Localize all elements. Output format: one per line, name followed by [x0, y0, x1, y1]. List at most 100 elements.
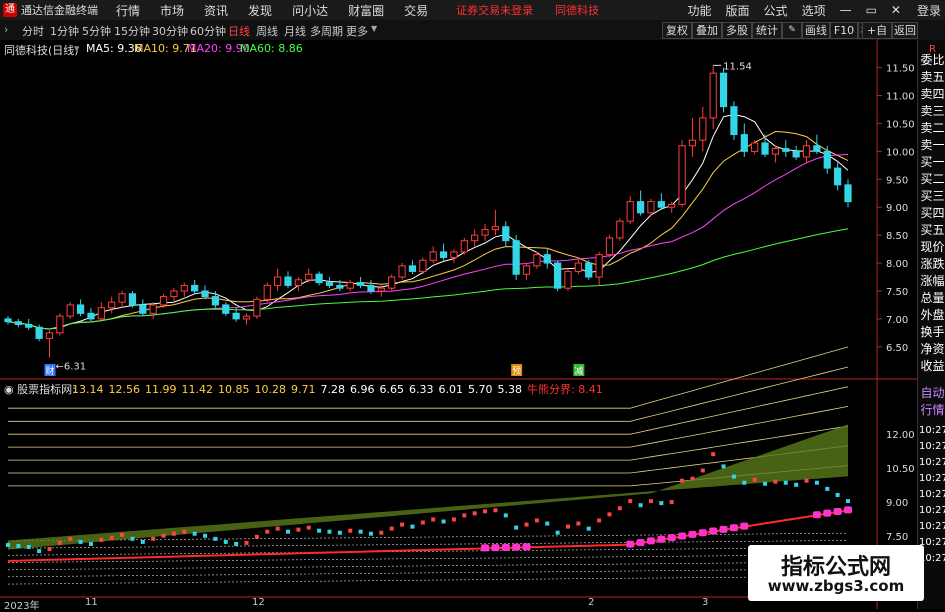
candle-body — [325, 282, 334, 286]
indicator-candle — [742, 480, 747, 485]
indicator-candle — [514, 525, 519, 530]
candle-down[interactable] — [719, 67, 728, 113]
back-button[interactable]: 返回 — [892, 22, 918, 39]
menu-ask[interactable]: 问小达 — [292, 2, 328, 19]
watermark-url: www.zbgs3.com — [767, 577, 905, 595]
candle-body — [253, 298, 261, 317]
menu-news[interactable]: 资讯 — [204, 2, 228, 19]
sidebar-item[interactable]: 收益 — [919, 356, 945, 376]
menu-discover[interactable]: 发现 — [248, 2, 272, 19]
period-multi[interactable]: 多周期 — [310, 23, 343, 39]
band-line — [7, 547, 849, 556]
indicator-candle — [161, 533, 166, 538]
statistics-button[interactable]: 统计 — [752, 22, 782, 39]
period-daily[interactable]: 日线 — [228, 23, 250, 39]
menu-formula[interactable]: 公式 — [764, 2, 788, 19]
indicator-value: 11.42 — [181, 383, 214, 396]
candle-body — [76, 304, 85, 314]
candle-down[interactable] — [35, 324, 43, 342]
f10-button[interactable]: F10 — [830, 22, 858, 39]
candle-body — [460, 240, 468, 253]
candle-up[interactable] — [253, 296, 261, 319]
indicator-candle — [628, 499, 633, 504]
menu-options[interactable]: 选项 — [802, 2, 826, 19]
period-weekly[interactable]: 周线 — [256, 23, 278, 39]
band-line — [7, 575, 849, 585]
candle-body — [87, 312, 95, 320]
close-icon[interactable]: ✕ — [891, 3, 901, 17]
candle-body — [356, 282, 365, 286]
price-axis-label: 11.00 — [886, 92, 915, 103]
candle-up[interactable] — [388, 274, 396, 291]
candle-body — [222, 304, 230, 314]
candle-body — [730, 106, 738, 136]
login-notice[interactable]: 证券交易未登录 — [456, 2, 533, 18]
candle-body — [502, 226, 510, 242]
menu-market-overview[interactable]: 市场 — [160, 2, 184, 19]
overlay-button[interactable]: 叠加 — [692, 22, 722, 39]
candle-up[interactable] — [533, 251, 541, 269]
price-axis-label: 10.00 — [886, 147, 915, 158]
toolbar-play-icon[interactable]: › — [4, 23, 8, 36]
candle-up[interactable] — [564, 268, 572, 291]
candle-up[interactable] — [398, 263, 406, 280]
indicator-candle — [234, 541, 239, 546]
candle-up[interactable] — [419, 257, 427, 275]
period-1min[interactable]: 1分钟 — [50, 23, 79, 39]
restore-rights-button[interactable]: 复权 — [662, 22, 692, 39]
drawing-tool-icon[interactable]: ✎ — [782, 22, 802, 39]
indicator-candle — [244, 540, 249, 545]
menu-wealth[interactable]: 财富圈 — [348, 2, 384, 19]
indicator-settings-icon[interactable]: ◉ — [4, 383, 17, 396]
candle-body — [792, 150, 800, 158]
candle-down[interactable] — [554, 260, 562, 291]
signal-marker — [657, 535, 666, 543]
multi-stock-button[interactable]: 多股 — [722, 22, 752, 39]
candle-up[interactable] — [616, 218, 624, 241]
candle-up[interactable] — [460, 237, 468, 255]
candle-up[interactable] — [263, 282, 271, 303]
candle-body — [14, 321, 22, 325]
candle-body — [294, 279, 302, 286]
period-intraday[interactable]: 分时 — [22, 23, 44, 39]
login-button[interactable]: 登录 — [917, 2, 941, 19]
add-watchlist-button[interactable]: +自选 — [862, 22, 892, 52]
candle-up[interactable] — [605, 235, 614, 258]
candle-down[interactable] — [128, 290, 137, 308]
maximize-icon[interactable]: ▭ — [866, 3, 877, 17]
app-logo-icon: 通 — [3, 3, 17, 17]
minimize-icon[interactable]: — — [840, 3, 852, 17]
ma-dropdown-icon[interactable]: ▾ — [74, 42, 80, 55]
menu-trade[interactable]: 交易 — [404, 2, 428, 19]
period-30min[interactable]: 30分钟 — [152, 23, 188, 39]
candle-body — [108, 301, 116, 309]
sidebar-mode-item[interactable]: 行情 — [919, 400, 945, 420]
candle-up[interactable] — [66, 302, 74, 319]
indicator-candle — [130, 536, 135, 541]
period-15min[interactable]: 15分钟 — [114, 23, 150, 39]
more-dropdown-icon[interactable]: ▼ — [371, 24, 377, 33]
indicator-candle — [503, 513, 508, 518]
indicator-axis-label: 9.00 — [886, 498, 908, 509]
period-5min[interactable]: 5分钟 — [82, 23, 111, 39]
draw-line-button[interactable]: 画线 — [802, 22, 830, 39]
candle-up[interactable] — [647, 198, 655, 216]
candle-up[interactable] — [56, 313, 64, 336]
indicator-candle — [483, 509, 488, 514]
indicator-candle — [814, 480, 819, 485]
candle-body — [574, 262, 582, 272]
period-60min[interactable]: 60分钟 — [190, 23, 226, 39]
period-monthly[interactable]: 月线 — [284, 23, 306, 39]
candle-down[interactable] — [730, 101, 738, 141]
menu-market[interactable]: 行情 — [116, 2, 140, 19]
candle-body — [377, 287, 385, 292]
menu-layout[interactable]: 版面 — [726, 2, 750, 19]
kline-chart[interactable]: 11.50 11.00 10.50 10.00 9.50 9.00 8.50 8.00 7.50… — [0, 40, 917, 609]
candle-up[interactable] — [678, 140, 686, 208]
candle-body — [419, 259, 427, 272]
menu-function[interactable]: 功能 — [688, 2, 712, 19]
period-more[interactable]: 更多 — [346, 23, 368, 39]
indicator-value: 6.33 — [409, 383, 434, 396]
candle-down[interactable] — [585, 260, 593, 280]
candle-down[interactable] — [512, 235, 520, 280]
